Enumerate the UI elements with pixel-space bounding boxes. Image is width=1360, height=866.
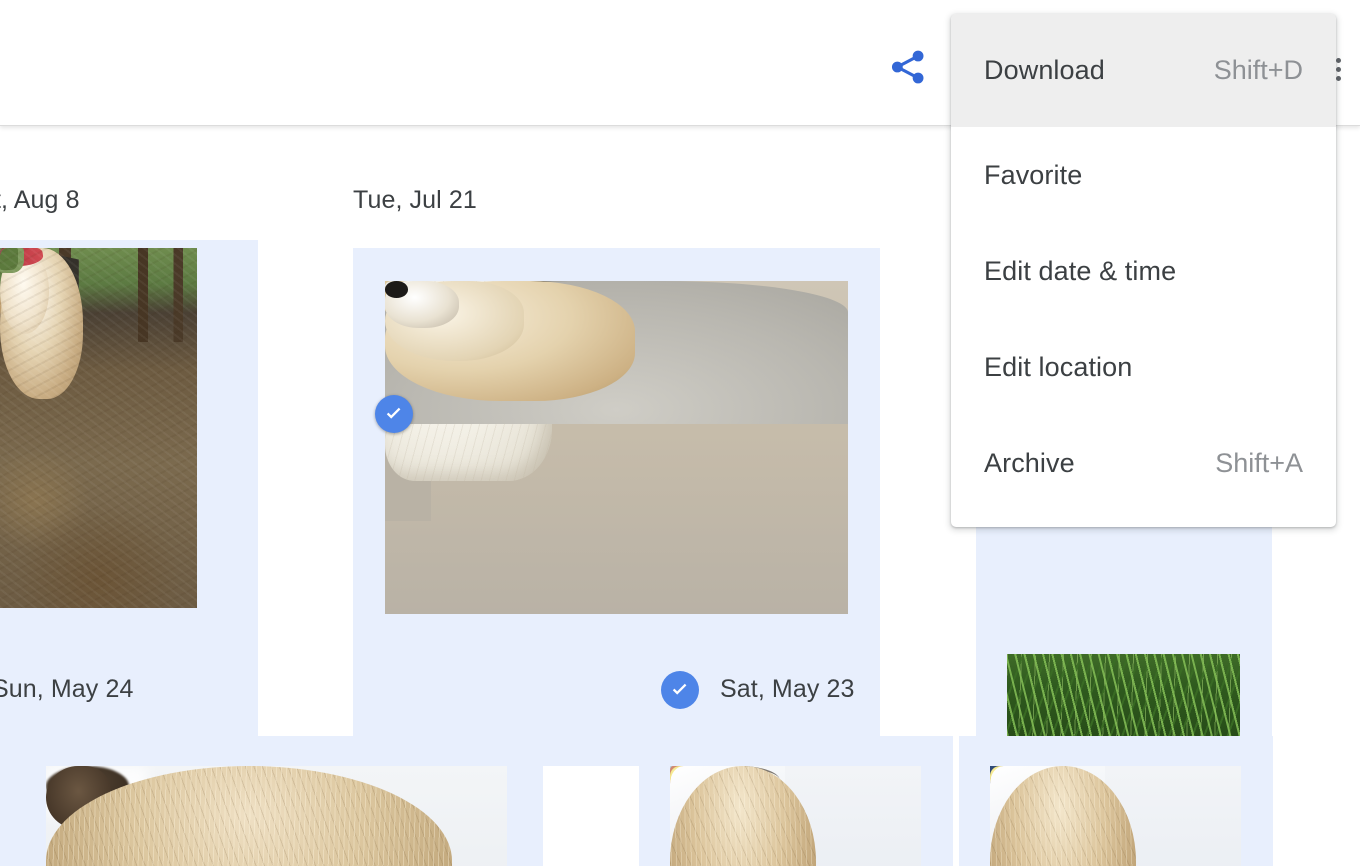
menu-item-shortcut: Shift+D — [1213, 55, 1303, 85]
menu-item-label: Edit location — [984, 351, 1133, 382]
date-header-select-checkbox-may-23[interactable] — [661, 671, 699, 709]
photo-tile-dog-daffodils-1[interactable] — [639, 736, 953, 866]
menu-item-archive[interactable]: Archive Shift+A — [951, 415, 1336, 511]
photo-tile-fur-closeup[interactable] — [0, 736, 543, 866]
menu-item-favorite[interactable]: Favorite — [951, 127, 1336, 223]
context-menu: Download Shift+D Favorite Edit date & ti… — [951, 14, 1336, 527]
menu-item-shortcut: Shift+A — [1215, 447, 1303, 478]
photo-thumbnail — [385, 281, 848, 614]
date-header-may-24: Sun, May 24 — [0, 675, 134, 703]
menu-item-label: Favorite — [984, 159, 1083, 190]
photo-thumbnail — [46, 766, 507, 866]
menu-item-download[interactable]: Download Shift+D — [951, 14, 1336, 127]
photo-thumbnail — [1007, 654, 1240, 737]
date-header-jul-21: Tue, Jul 21 — [353, 186, 477, 214]
menu-item-edit-date-time[interactable]: Edit date & time — [951, 223, 1336, 319]
menu-item-label: Download — [984, 55, 1105, 85]
more-vert-icon — [1335, 56, 1341, 83]
date-header-may-23: Sat, May 23 — [720, 675, 855, 703]
share-icon — [886, 45, 930, 94]
photos-app: t, Aug 8 Tue, Jul 21 Sun, May 24 Sat, Ma… — [0, 0, 1360, 866]
menu-item-edit-location[interactable]: Edit location — [951, 319, 1336, 415]
share-button[interactable] — [880, 41, 936, 97]
photo-thumbnail — [990, 766, 1241, 866]
menu-item-label: Edit date & time — [984, 255, 1177, 286]
menu-item-label: Archive — [984, 447, 1075, 478]
photo-thumbnail — [670, 766, 921, 866]
photo-tile-dog-daffodils-2[interactable] — [959, 736, 1273, 866]
selection-check-icon[interactable] — [375, 395, 413, 433]
date-header-aug-8: t, Aug 8 — [0, 186, 80, 214]
photo-thumbnail — [0, 248, 197, 608]
